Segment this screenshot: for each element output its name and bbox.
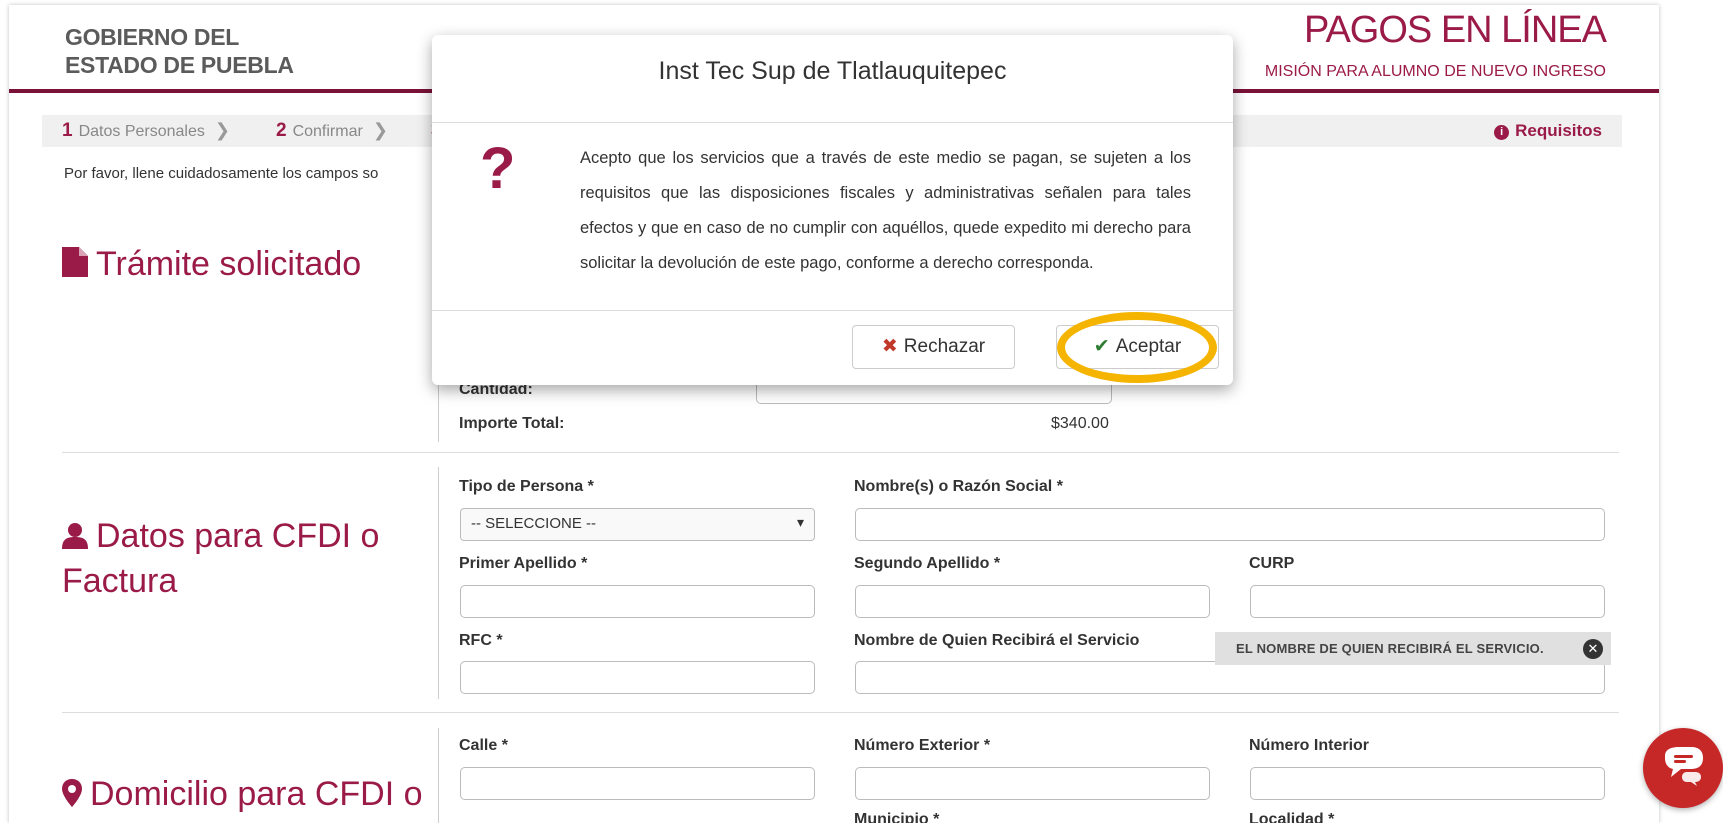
localidad-label: Localidad * (1249, 811, 1335, 823)
primer-apellido-label: Primer Apellido * (459, 555, 588, 572)
question-icon: ? (480, 136, 516, 201)
step-datos-personales[interactable]: 1 Datos Personales ❯ (62, 120, 230, 142)
info-icon: i (1494, 125, 1510, 140)
section-title-domicilio: Domicilio para CFDI o (62, 771, 423, 819)
segundo-apellido-label: Segundo Apellido * (854, 555, 1001, 572)
reject-button[interactable]: ✖ Rechazar (852, 325, 1015, 369)
dialog-title: Inst Tec Sup de Tlatlauquitepec (658, 57, 1007, 85)
chevron-right-icon: ❯ (214, 120, 230, 140)
section-separator (62, 712, 1619, 713)
close-icon: ✖ (881, 336, 898, 357)
section-divider-vertical (438, 467, 439, 699)
section-title-text: Trámite solicitado (96, 245, 362, 283)
calle-field[interactable] (460, 767, 815, 800)
numero-interior-field[interactable] (1250, 767, 1605, 800)
calle-label: Calle * (459, 737, 508, 754)
close-icon[interactable]: ✕ (1583, 639, 1603, 659)
requisitos-label: Requisitos (1515, 121, 1602, 140)
rfc-label: RFC * (459, 632, 503, 649)
municipio-label: Municipio * (854, 811, 940, 823)
map-marker-icon (62, 773, 82, 819)
chat-icon (1665, 747, 1703, 786)
site-subtitle: MISIÓN PARA ALUMNO DE NUEVO INGRESO (1264, 63, 1606, 80)
chevron-right-icon: ❯ (372, 120, 388, 140)
section-title-tramite: Trámite solicitado (62, 241, 361, 289)
reject-label: Rechazar (903, 336, 986, 357)
file-icon (62, 243, 88, 289)
instructions-text: Por favor, llene cuidadosamente los camp… (64, 165, 379, 182)
curp-label: CURP (1249, 555, 1295, 572)
chat-button[interactable] (1643, 728, 1723, 808)
step-confirmar[interactable]: 2 Confirmar ❯ (276, 120, 388, 142)
primer-apellido-field[interactable] (460, 585, 815, 618)
quien-recibe-field[interactable] (855, 661, 1605, 694)
importe-total-label: Importe Total: (459, 415, 565, 432)
brand-line-2: ESTADO DE PUEBLA (65, 52, 294, 78)
numero-exterior-field[interactable] (855, 767, 1210, 800)
nombre-razon-social-field[interactable] (855, 508, 1605, 541)
nombre-razon-social-label: Nombre(s) o Razón Social * (854, 478, 1063, 495)
section-title-text: Datos para CFDI o (96, 517, 380, 555)
tipo-persona-value: -- SELECCIONE -- (471, 515, 597, 532)
chevron-down-icon: ▾ (796, 514, 804, 530)
section-title-cfdi: Datos para CFDI o (62, 513, 379, 561)
field-tooltip: EL NOMBRE DE QUIEN RECIBIRÁ EL SERVICIO.… (1215, 632, 1611, 665)
section-title-cfdi-line2: Factura (62, 562, 178, 600)
segundo-apellido-field[interactable] (855, 585, 1210, 618)
quien-recibe-label: Nombre de Quien Recibirá el Servicio (854, 632, 1140, 649)
tooltip-text: EL NOMBRE DE QUIEN RECIBIRÁ EL SERVICIO. (1236, 641, 1544, 656)
brand-line-1: GOBIERNO DEL (65, 24, 240, 50)
dialog-divider (432, 310, 1233, 311)
section-separator (62, 452, 1619, 453)
step-label: Datos Personales (78, 123, 205, 140)
rfc-field[interactable] (460, 661, 815, 694)
section-title-text: Domicilio para CFDI o (90, 775, 423, 813)
step-number: 1 (62, 120, 73, 141)
site-title: PAGOS EN LÍNEA (1303, 9, 1607, 51)
tipo-persona-select[interactable]: -- SELECCIONE -- ▾ (460, 508, 815, 541)
step-number: 2 (276, 120, 287, 141)
requisitos-link[interactable]: i Requisitos (1494, 121, 1602, 141)
numero-interior-label: Número Interior (1249, 737, 1370, 754)
dialog-divider (432, 122, 1233, 123)
section-divider-vertical (438, 380, 439, 442)
accept-highlight-circle (1057, 312, 1217, 383)
numero-exterior-label: Número Exterior * (854, 737, 991, 754)
step-label: Confirmar (292, 123, 363, 140)
tipo-persona-label: Tipo de Persona * (459, 478, 594, 495)
user-icon (62, 515, 88, 561)
section-divider-vertical (438, 728, 439, 823)
state-government-logo: GOBIERNO DEL ESTADO DE PUEBLA (65, 23, 294, 79)
curp-field[interactable] (1250, 585, 1605, 618)
dialog-message: Acepto que los servicios que a través de… (580, 149, 1191, 272)
importe-total-value: $340.00 (1051, 415, 1109, 432)
